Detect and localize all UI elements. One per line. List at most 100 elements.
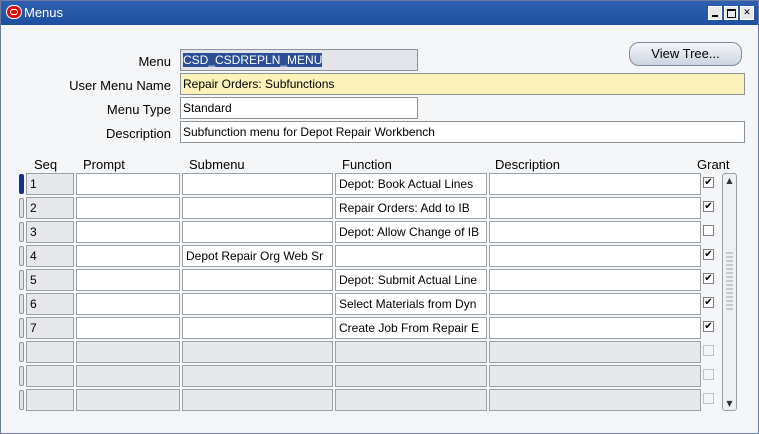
description-cell[interactable] <box>489 245 701 267</box>
menu-field[interactable]: CSD_CSDREPLN_MENU <box>180 49 418 71</box>
grant-checkbox[interactable]: ✔ <box>703 201 714 212</box>
col-header-submenu: Submenu <box>189 157 245 172</box>
row-indicator[interactable] <box>19 342 24 362</box>
prompt-cell[interactable] <box>76 317 180 339</box>
grant-checkbox[interactable] <box>703 225 714 236</box>
oracle-app-icon <box>6 5 22 19</box>
col-header-grant: Grant <box>697 157 730 172</box>
function-cell[interactable]: Depot: Allow Change of IB <box>335 221 487 243</box>
user-menu-name-field[interactable]: Repair Orders: Subfunctions <box>180 73 745 95</box>
menu-label: Menu <box>138 54 171 69</box>
row-indicator[interactable] <box>19 174 24 194</box>
grant-checkbox[interactable]: ✔ <box>703 249 714 260</box>
table-row[interactable]: 1 Depot: Book Actual Lines ✔ <box>1 173 741 197</box>
function-cell[interactable]: Repair Orders: Add to IB <box>335 197 487 219</box>
row-indicator[interactable] <box>19 222 24 242</box>
table-row[interactable]: 4 Depot Repair Org Web Sr ✔ <box>1 245 741 269</box>
table-scrollbar[interactable]: ▲ ▼ <box>722 173 737 411</box>
close-button[interactable] <box>740 6 754 20</box>
description-cell[interactable] <box>489 221 701 243</box>
function-cell[interactable]: Depot: Submit Actual Line <box>335 269 487 291</box>
description-cell[interactable] <box>489 365 701 387</box>
prompt-cell[interactable] <box>76 341 180 363</box>
table-row[interactable]: 7 Create Job From Repair E ✔ <box>1 317 741 341</box>
submenu-cell[interactable] <box>182 317 333 339</box>
grant-checkbox[interactable]: ✔ <box>703 177 714 188</box>
description-cell[interactable] <box>489 173 701 195</box>
description-cell[interactable] <box>489 317 701 339</box>
row-indicator[interactable] <box>19 318 24 338</box>
seq-cell[interactable] <box>26 389 74 411</box>
description-cell[interactable] <box>489 293 701 315</box>
grant-checkbox[interactable] <box>703 345 714 356</box>
seq-cell[interactable] <box>26 341 74 363</box>
seq-cell[interactable] <box>26 365 74 387</box>
grant-checkbox[interactable] <box>703 393 714 404</box>
scroll-up-icon[interactable]: ▲ <box>725 176 734 185</box>
row-indicator[interactable] <box>19 246 24 266</box>
description-cell[interactable] <box>489 389 701 411</box>
prompt-cell[interactable] <box>76 269 180 291</box>
form-content: Menu CSD_CSDREPLN_MENU View Tree... User… <box>1 25 758 433</box>
prompt-cell[interactable] <box>76 197 180 219</box>
function-cell[interactable]: Select Materials from Dyn <box>335 293 487 315</box>
view-tree-button[interactable]: View Tree... <box>629 42 742 66</box>
grant-checkbox[interactable] <box>703 369 714 380</box>
prompt-cell[interactable] <box>76 293 180 315</box>
table-row[interactable]: 3 Depot: Allow Change of IB <box>1 221 741 245</box>
submenu-cell[interactable] <box>182 221 333 243</box>
grant-checkbox[interactable]: ✔ <box>703 273 714 284</box>
menu-value: CSD_CSDREPLN_MENU <box>183 53 323 67</box>
seq-cell[interactable]: 4 <box>26 245 74 267</box>
submenu-cell[interactable] <box>182 389 333 411</box>
description-field[interactable]: Subfunction menu for Depot Repair Workbe… <box>180 121 745 143</box>
description-cell[interactable] <box>489 197 701 219</box>
table-row[interactable]: 6 Select Materials from Dyn ✔ <box>1 293 741 317</box>
function-cell[interactable] <box>335 365 487 387</box>
function-cell[interactable] <box>335 341 487 363</box>
seq-cell[interactable]: 5 <box>26 269 74 291</box>
function-cell[interactable]: Depot: Book Actual Lines <box>335 173 487 195</box>
grant-checkbox[interactable]: ✔ <box>703 297 714 308</box>
maximize-button[interactable] <box>724 6 738 20</box>
prompt-cell[interactable] <box>76 173 180 195</box>
minimize-button[interactable] <box>708 6 722 20</box>
seq-cell[interactable]: 1 <box>26 173 74 195</box>
prompt-cell[interactable] <box>76 365 180 387</box>
table-row[interactable] <box>1 365 741 389</box>
description-cell[interactable] <box>489 341 701 363</box>
scroll-thumb[interactable] <box>726 252 733 312</box>
submenu-cell[interactable] <box>182 293 333 315</box>
table-row[interactable]: 5 Depot: Submit Actual Line ✔ <box>1 269 741 293</box>
seq-cell[interactable]: 3 <box>26 221 74 243</box>
table-row[interactable] <box>1 389 741 413</box>
seq-cell[interactable]: 7 <box>26 317 74 339</box>
submenu-cell[interactable]: Depot Repair Org Web Sr <box>182 245 333 267</box>
description-cell[interactable] <box>489 269 701 291</box>
row-indicator[interactable] <box>19 198 24 218</box>
function-cell[interactable] <box>335 245 487 267</box>
function-cell[interactable] <box>335 389 487 411</box>
prompt-cell[interactable] <box>76 389 180 411</box>
submenu-cell[interactable] <box>182 341 333 363</box>
scroll-down-icon[interactable]: ▼ <box>725 399 734 408</box>
row-indicator[interactable] <box>19 390 24 410</box>
menu-type-field[interactable]: Standard <box>180 97 418 119</box>
seq-cell[interactable]: 2 <box>26 197 74 219</box>
prompt-cell[interactable] <box>76 245 180 267</box>
table-row[interactable] <box>1 341 741 365</box>
submenu-cell[interactable] <box>182 365 333 387</box>
table-row[interactable]: 2 Repair Orders: Add to IB ✔ <box>1 197 741 221</box>
title-bar[interactable]: Menus <box>1 1 758 25</box>
function-cell[interactable]: Create Job From Repair E <box>335 317 487 339</box>
grant-checkbox[interactable]: ✔ <box>703 321 714 332</box>
seq-cell[interactable]: 6 <box>26 293 74 315</box>
submenu-cell[interactable] <box>182 269 333 291</box>
row-indicator[interactable] <box>19 366 24 386</box>
row-indicator[interactable] <box>19 294 24 314</box>
menu-type-label: Menu Type <box>106 102 171 117</box>
submenu-cell[interactable] <box>182 173 333 195</box>
row-indicator[interactable] <box>19 270 24 290</box>
prompt-cell[interactable] <box>76 221 180 243</box>
submenu-cell[interactable] <box>182 197 333 219</box>
